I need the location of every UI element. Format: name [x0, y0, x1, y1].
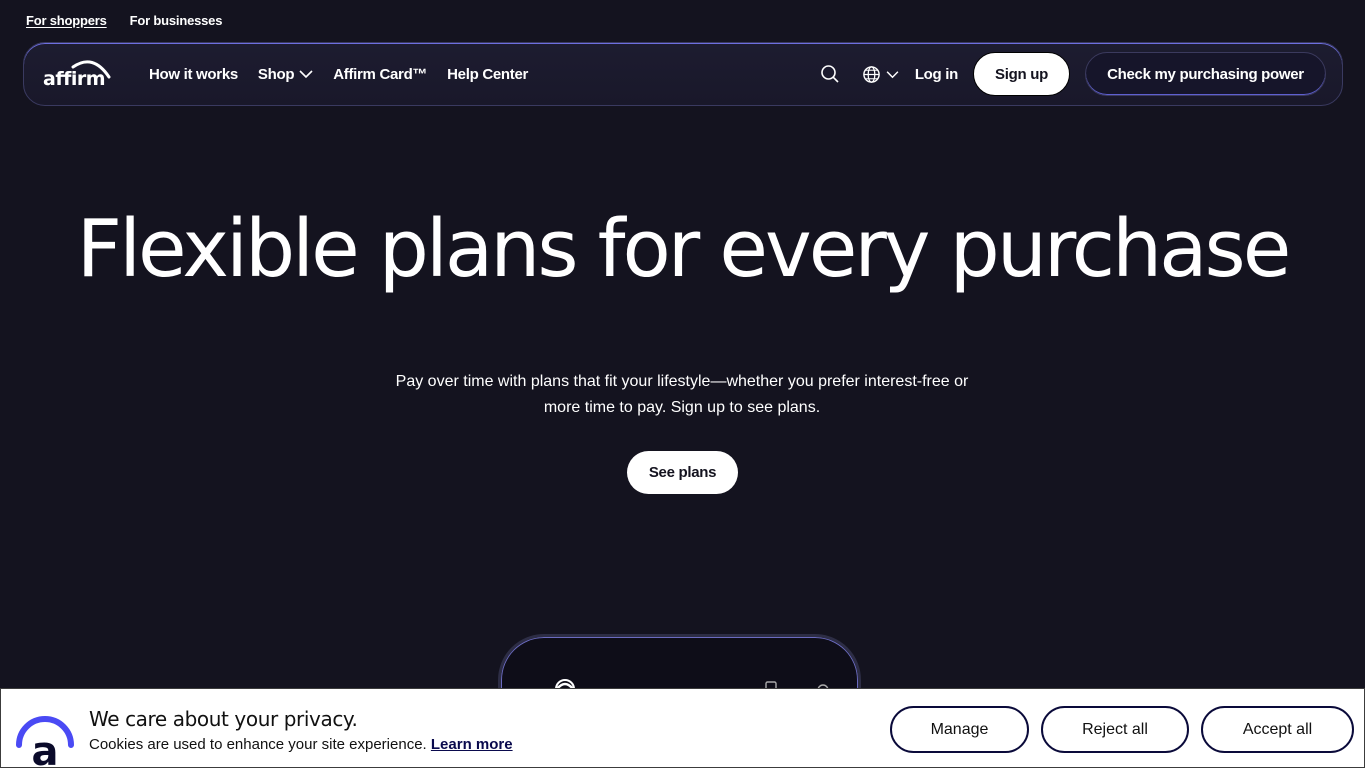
nav-actions: Log in Sign up Check my purchasing power	[820, 43, 1326, 105]
nav-shop[interactable]: Shop	[258, 66, 313, 83]
for-shoppers-link[interactable]: For shoppers	[26, 13, 107, 28]
nav-how-it-works-label: How it works	[149, 65, 238, 83]
language-selector[interactable]	[862, 65, 899, 84]
accept-all-button[interactable]: Accept all	[1201, 706, 1354, 753]
hero-title: Flexible plans for every purchase	[76, 203, 1292, 295]
check-purchasing-power-button[interactable]: Check my purchasing power	[1085, 52, 1326, 96]
globe-icon	[863, 65, 880, 83]
chevron-down-icon	[886, 70, 899, 78]
hero-subtitle: Pay over time with plans that fit your l…	[395, 373, 969, 416]
nav-help-center[interactable]: Help Center	[447, 66, 528, 83]
nav-help-center-label: Help Center	[447, 65, 529, 83]
cookie-text: Cookies are used to enhance your site ex…	[89, 736, 427, 753]
nav-affirm-card-label: Affirm Card™	[333, 65, 428, 83]
search-icon[interactable]	[820, 64, 840, 84]
reject-all-button[interactable]: Reject all	[1041, 706, 1189, 753]
svg-text:a: a	[32, 729, 59, 767]
nav-links: How it works Shop Affirm Card™ Help Cent…	[149, 43, 528, 105]
audience-switch: For shoppers For businesses	[26, 13, 222, 28]
signup-button[interactable]: Sign up	[973, 52, 1070, 96]
login-link[interactable]: Log in	[915, 66, 958, 83]
affirm-badge-icon: a	[16, 716, 74, 767]
cookie-banner: a We care about your privacy. Cookies ar…	[0, 688, 1365, 768]
chevron-down-icon	[299, 70, 313, 79]
affirm-logo[interactable]: affirm	[43, 57, 113, 90]
for-businesses-link[interactable]: For businesses	[130, 13, 223, 28]
nav-affirm-card[interactable]: Affirm Card™	[333, 66, 427, 83]
learn-more-link[interactable]: Learn more	[431, 736, 513, 753]
nav-shop-label: Shop	[257, 65, 295, 83]
manage-cookies-button[interactable]: Manage	[890, 706, 1029, 753]
main-navbar: affirm How it works Shop Affirm Card™ He…	[23, 42, 1343, 106]
see-plans-button[interactable]: See plans	[627, 451, 738, 494]
cookie-description: Cookies are used to enhance your site ex…	[89, 736, 513, 753]
nav-how-it-works[interactable]: How it works	[149, 66, 238, 83]
logo-wordmark: affirm	[43, 68, 105, 89]
cookie-title: We care about your privacy.	[89, 707, 358, 731]
